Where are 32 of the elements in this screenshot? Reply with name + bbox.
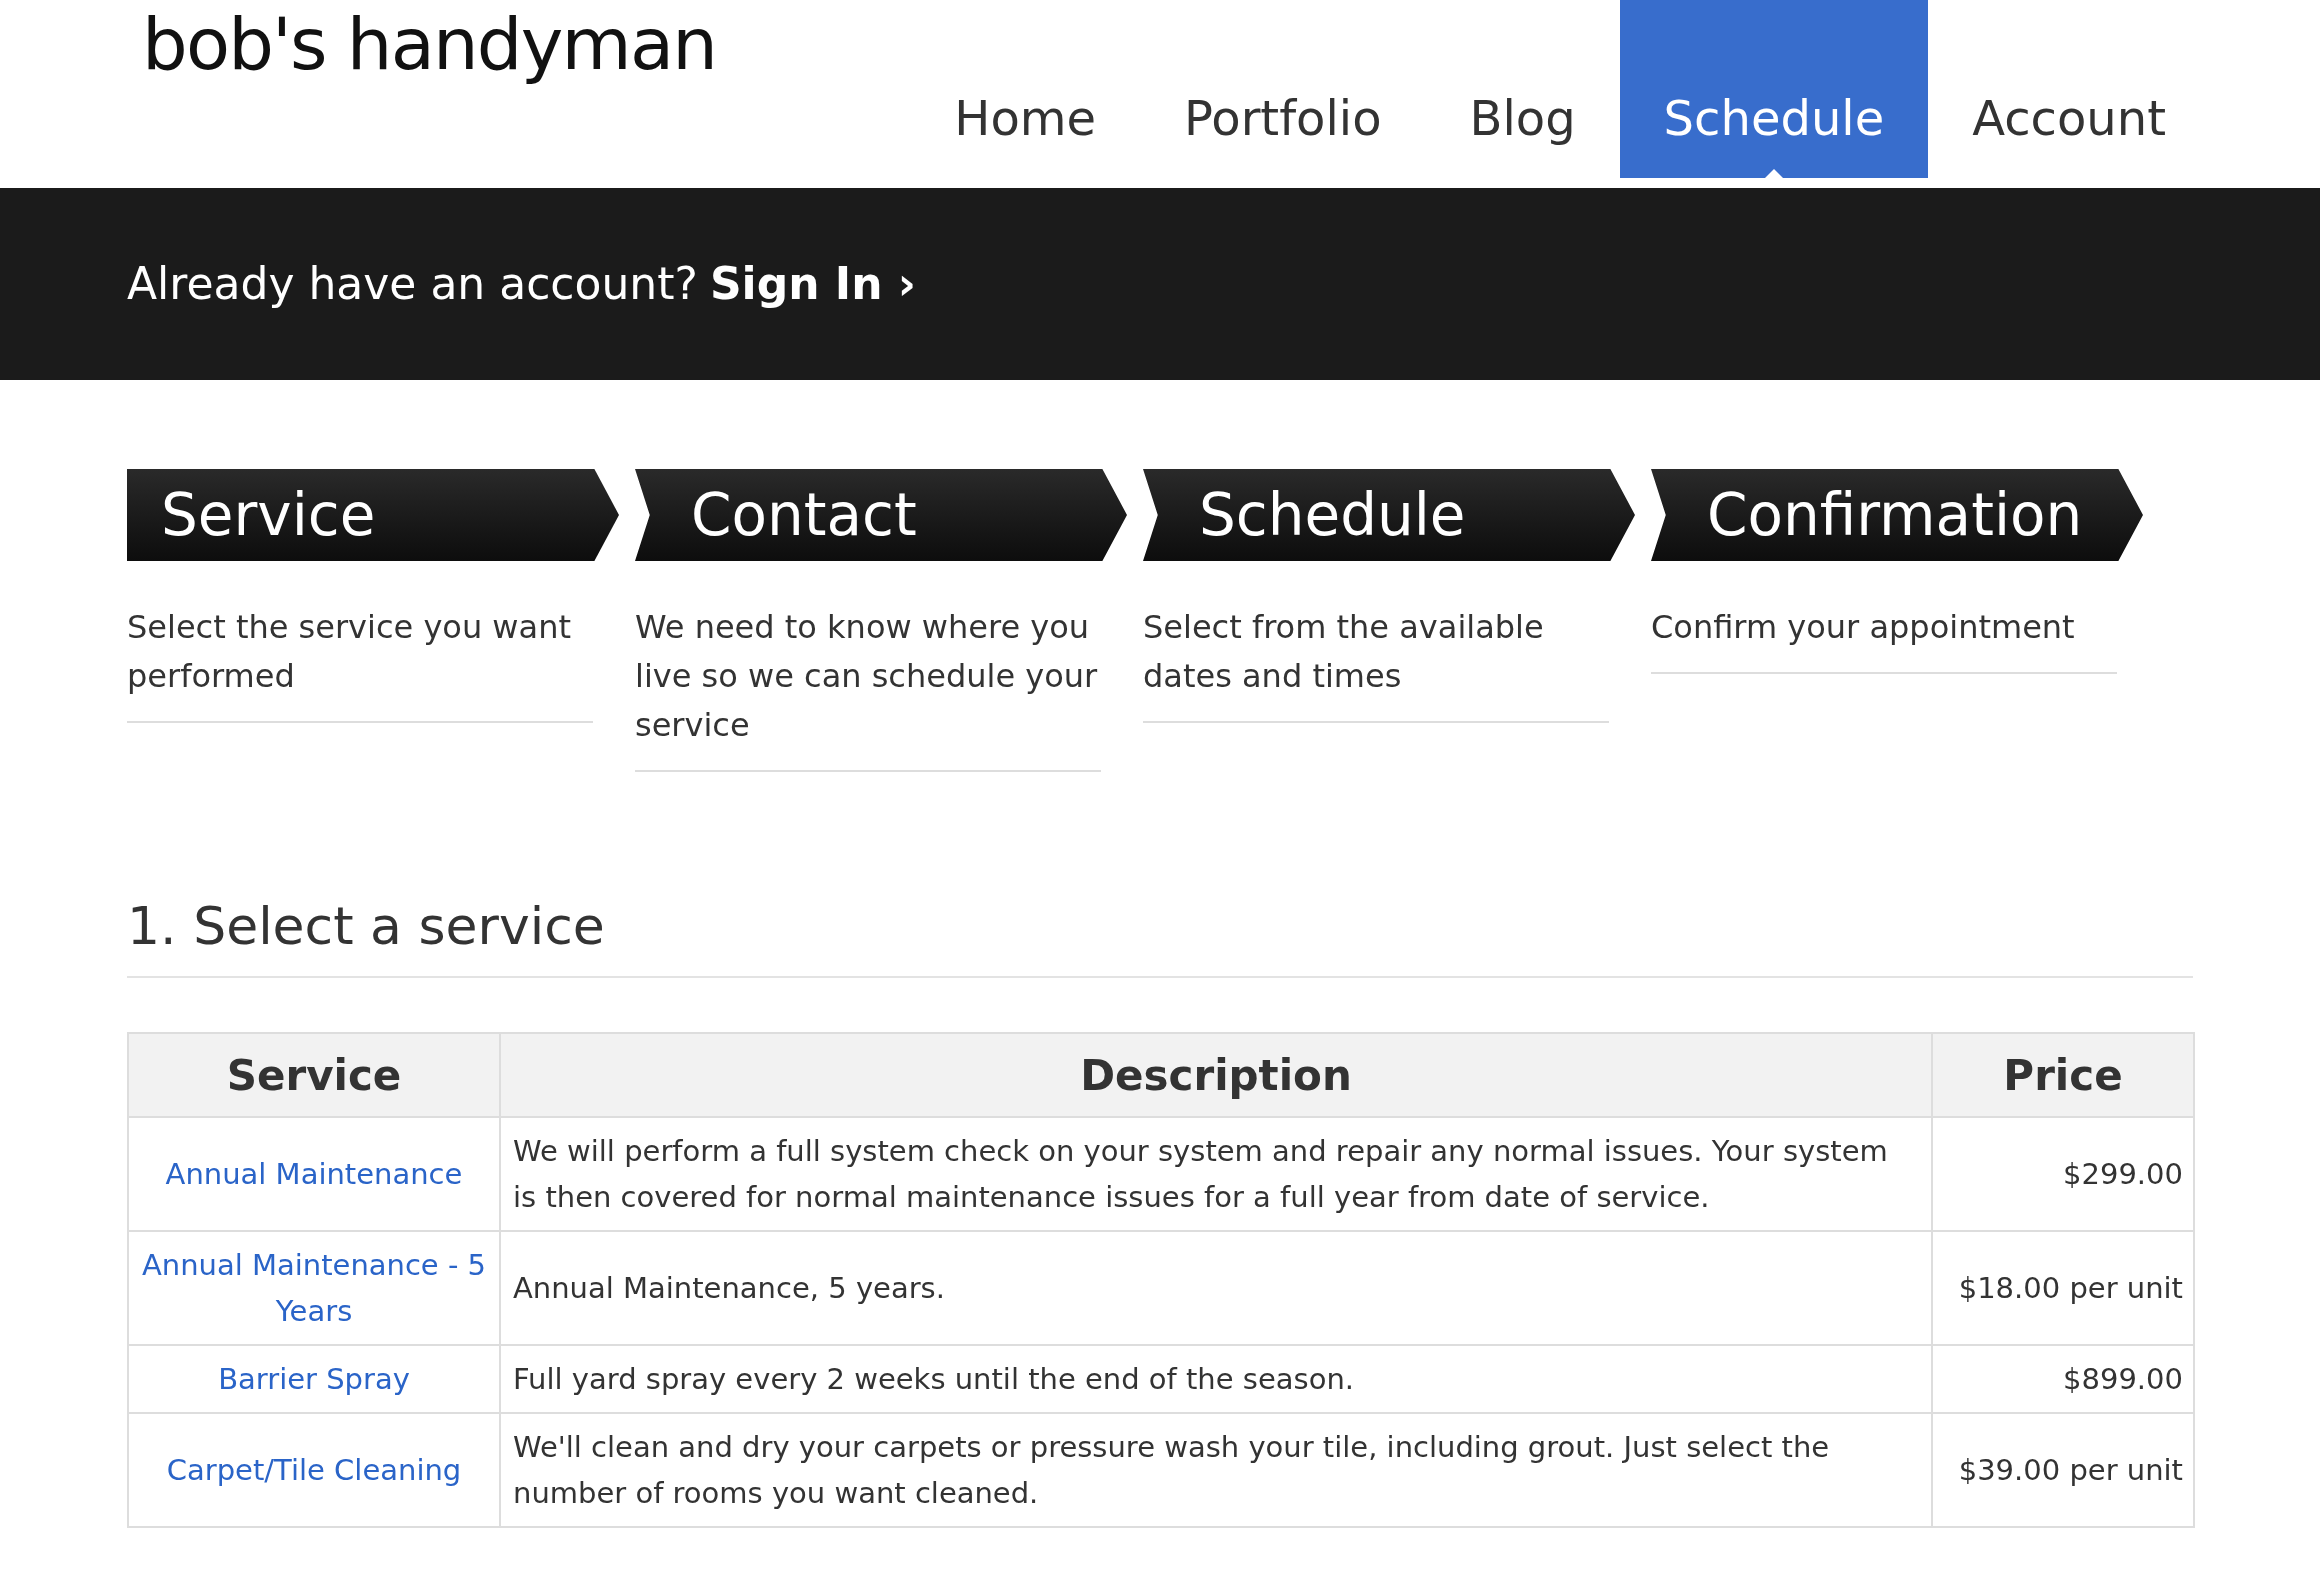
step-banner: Schedule	[1143, 469, 1635, 561]
step-banner: Service	[127, 469, 619, 561]
table-cell: We will perform a full system check on your system and repair any normal issues. Your system is then covered for normal maintenance issues for a full year from date of service.	[500, 1117, 1932, 1231]
nav-tab[interactable]: Portfolio	[1140, 0, 1426, 178]
nav-tab[interactable]: Schedule	[1619, 0, 1929, 178]
column-header: Price	[1932, 1033, 2194, 1117]
column-header: Description	[500, 1033, 1932, 1117]
price-cell: $899.00	[1932, 1345, 2194, 1413]
signin-prompt: Already have an account?	[127, 257, 698, 311]
nav-tab[interactable]: Blog	[1425, 0, 1620, 178]
nav-tab[interactable]: Home	[910, 0, 1141, 178]
step-description: We need to know where you live so we can schedule your service	[635, 603, 1101, 772]
service-link[interactable]: Annual Maintenance - 5 Years	[128, 1231, 500, 1345]
service-link[interactable]: Barrier Spray	[128, 1345, 500, 1413]
service-link[interactable]: Carpet/Tile Cleaning	[128, 1413, 500, 1527]
section-title: 1. Select a service	[127, 896, 2193, 978]
price-cell: $18.00 per unit	[1932, 1231, 2194, 1345]
table-cell: Full yard spray every 2 weeks until the end of the season.	[500, 1345, 1932, 1413]
step-description: Confirm your appointment	[1651, 603, 2117, 674]
pointer-icon	[1764, 169, 1783, 178]
step-description: Select from the available dates and times	[1143, 603, 1609, 723]
sign-in-link[interactable]: Sign In ›	[709, 251, 916, 317]
column-header: Service	[128, 1033, 500, 1117]
step-banner: Confirmation	[1651, 469, 2143, 561]
price-cell: $39.00 per unit	[1932, 1413, 2194, 1527]
step-banner: Contact	[635, 469, 1127, 561]
price-cell: $299.00	[1932, 1117, 2194, 1231]
table-cell: Annual Maintenance, 5 years.	[500, 1231, 1932, 1345]
nav-tab[interactable]: Account	[1928, 0, 2210, 178]
step-description: Select the service you want performed	[127, 603, 593, 723]
service-link[interactable]: Annual Maintenance	[128, 1117, 500, 1231]
table-cell: We'll clean and dry your carpets or pressure wash your tile, including grout. Just select the number of rooms you want cleaned.	[500, 1413, 1932, 1527]
